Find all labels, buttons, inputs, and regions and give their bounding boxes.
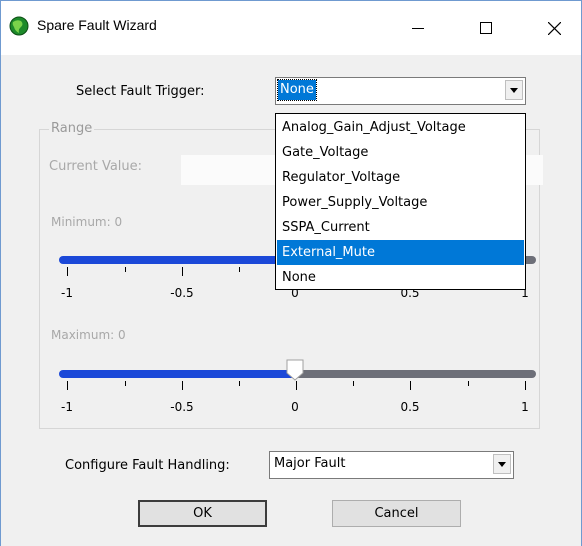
maximum-track-fill <box>59 370 299 378</box>
range-legend: Range <box>49 121 95 136</box>
tick <box>239 381 240 386</box>
ok-button[interactable]: OK <box>138 500 267 527</box>
fault-handling-label: Configure Fault Handling: <box>65 458 230 473</box>
chevron-down-icon[interactable] <box>493 454 511 474</box>
maximum-label: Maximum: 0 <box>51 328 126 342</box>
tick-label: 0 <box>291 400 299 414</box>
tick-label: 1 <box>521 400 529 414</box>
current-value-label: Current Value: <box>49 159 143 174</box>
window-title: Spare Fault Wizard <box>37 17 157 33</box>
fault-handling-value: Major Fault <box>274 456 346 471</box>
fault-trigger-label: Select Fault Trigger: <box>76 84 205 99</box>
tick <box>410 381 411 390</box>
trigger-option[interactable]: SSPA_Current <box>277 215 524 240</box>
tick-label: -0.5 <box>170 286 194 300</box>
close-button[interactable] <box>531 1 577 55</box>
fault-trigger-select[interactable]: None <box>275 77 526 105</box>
tick <box>182 381 183 390</box>
minimum-track-fill <box>59 256 299 264</box>
dialog-body: Select Fault Trigger: None Range Current… <box>1 55 581 546</box>
trigger-option[interactable]: Analog_Gain_Adjust_Voltage <box>277 115 524 140</box>
maximize-button[interactable] <box>463 1 509 55</box>
tick <box>125 381 126 386</box>
trigger-option[interactable]: Regulator_Voltage <box>277 165 524 190</box>
maximum-track-rest <box>295 370 536 378</box>
trigger-option[interactable]: Gate_Voltage <box>277 140 524 165</box>
close-icon <box>547 21 561 35</box>
trigger-option[interactable]: Power_Supply_Voltage <box>277 190 524 215</box>
tick-label: -1 <box>61 400 73 414</box>
tick-label: 0.5 <box>400 400 420 414</box>
globe-app-icon <box>9 16 29 36</box>
tick <box>353 381 354 386</box>
minimize-icon <box>412 28 424 29</box>
trigger-option-highlighted[interactable]: External_Mute <box>277 240 524 265</box>
maximize-icon <box>480 22 492 34</box>
tick-label: -0.5 <box>170 400 194 414</box>
tick-label: -1 <box>61 286 73 300</box>
spare-fault-wizard-window: Spare Fault Wizard Select Fault Trigger:… <box>0 0 582 546</box>
tick <box>67 381 68 390</box>
fault-trigger-value: None <box>277 79 317 101</box>
chevron-down-icon[interactable] <box>505 80 523 100</box>
tick <box>239 267 240 272</box>
minimum-label: Minimum: 0 <box>51 215 123 229</box>
tick <box>182 267 183 276</box>
fault-handling-select[interactable]: Major Fault <box>269 451 514 479</box>
tick <box>296 381 297 390</box>
fault-trigger-dropdown-list: Analog_Gain_Adjust_Voltage Gate_Voltage … <box>275 113 526 290</box>
tick <box>525 381 526 390</box>
trigger-option[interactable]: None <box>277 265 524 290</box>
cancel-button[interactable]: Cancel <box>332 500 461 527</box>
tick <box>468 381 469 386</box>
title-bar[interactable]: Spare Fault Wizard <box>1 1 581 55</box>
tick <box>125 267 126 272</box>
minimize-button[interactable] <box>395 1 441 55</box>
maximum-slider-thumb[interactable] <box>286 359 304 381</box>
tick <box>67 267 68 276</box>
